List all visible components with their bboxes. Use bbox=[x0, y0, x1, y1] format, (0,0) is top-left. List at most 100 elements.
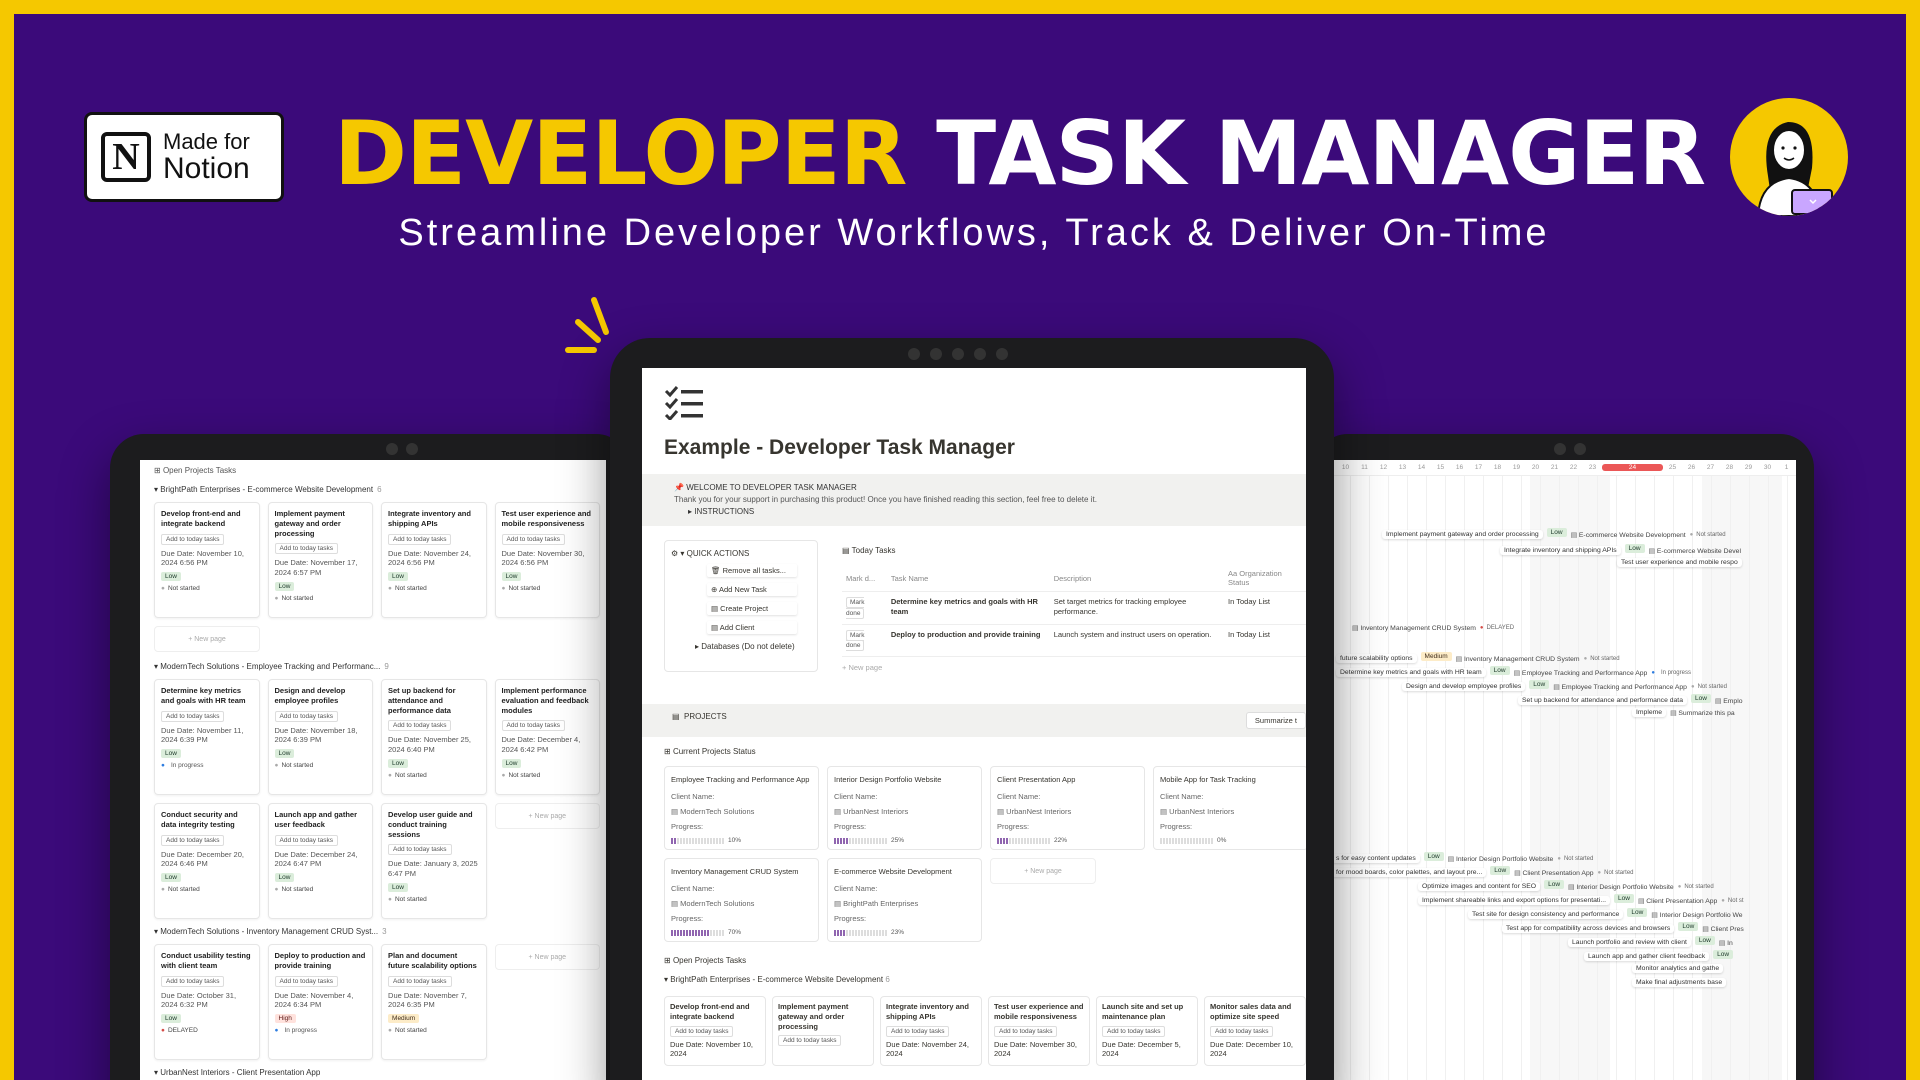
timeline-task[interactable]: Launch app and gather client feedback bbox=[1584, 952, 1710, 961]
add-to-today-button[interactable]: Add to today tasks bbox=[161, 533, 225, 545]
add-to-today-button[interactable]: Add to today tasks bbox=[161, 710, 225, 722]
timeline-task[interactable]: Integrate inventory and shipping APIs bbox=[1500, 546, 1621, 555]
timeline-item[interactable]: Implement shareable links and export opt… bbox=[1418, 894, 1744, 907]
projects-view-title[interactable]: ⊞ Current Projects Status bbox=[664, 747, 1306, 756]
task-card[interactable]: Implement payment gateway and order proc… bbox=[267, 502, 373, 618]
timeline-item[interactable]: s for easy content updatesLow Interior De… bbox=[1332, 852, 1593, 865]
task-card[interactable]: Test user experience and mobile responsi… bbox=[494, 502, 600, 618]
add-to-today-button[interactable]: Add to today tasks bbox=[161, 975, 225, 987]
group-title[interactable]: ▾ BrightPath Enterprises - E-commerce We… bbox=[664, 975, 1306, 984]
add-client-button[interactable]: ▤ Add Client bbox=[707, 621, 797, 634]
databases-toggle[interactable]: ▸ Databases (Do not delete) bbox=[695, 642, 811, 651]
task-card[interactable]: Integrate inventory and shipping APIs Add… bbox=[880, 996, 982, 1067]
column-header[interactable]: Description bbox=[1049, 565, 1225, 592]
timeline-task[interactable]: future scalability options bbox=[1336, 654, 1417, 663]
timeline-item[interactable]: Set up backend for attendance and perfor… bbox=[1518, 694, 1743, 707]
add-new-task-button[interactable]: ⊕ Add New Task bbox=[707, 583, 797, 596]
project-card[interactable]: E-commerce Website Development Client Nam… bbox=[827, 858, 982, 943]
table-row[interactable]: Mark done Determine key metrics and goal… bbox=[842, 591, 1306, 625]
task-card[interactable]: Implement payment gateway and order proc… bbox=[772, 996, 874, 1067]
group-title[interactable]: ▾ ModernTech Solutions - Employee Tracki… bbox=[154, 662, 600, 671]
task-card[interactable]: Conduct security and data integrity test… bbox=[154, 803, 260, 919]
column-header[interactable]: Aa Organization Status bbox=[1224, 565, 1306, 592]
task-card[interactable]: Launch site and set up maintenance plan A… bbox=[1096, 996, 1198, 1067]
add-to-today-button[interactable]: Add to today tasks bbox=[1210, 1025, 1274, 1037]
timeline-item[interactable]: Launch portfolio and review with client L… bbox=[1568, 936, 1733, 949]
project-card[interactable]: Employee Tracking and Performance App Cli… bbox=[664, 766, 819, 851]
task-name[interactable]: Deploy to production and provide trainin… bbox=[886, 624, 1050, 658]
timeline-task[interactable]: Test app for compatibility across device… bbox=[1502, 924, 1675, 933]
add-to-today-button[interactable]: Add to today tasks bbox=[274, 834, 338, 846]
group-title[interactable]: ▾ UrbanNest Interiors - Client Presentat… bbox=[154, 1068, 600, 1077]
add-to-today-button[interactable]: Add to today tasks bbox=[274, 975, 338, 987]
timeline-task[interactable]: Set up backend for attendance and perfor… bbox=[1518, 696, 1687, 705]
timeline-task[interactable]: Determine key metrics and goals with HR … bbox=[1336, 668, 1486, 677]
timeline-item[interactable]: Implement payment gateway and order proc… bbox=[1382, 528, 1726, 541]
add-to-today-button[interactable]: Add to today tasks bbox=[388, 975, 452, 987]
add-to-today-button[interactable]: Add to today tasks bbox=[501, 720, 565, 732]
quick-actions-toggle[interactable]: ⚙ ▾ QUICK ACTIONS bbox=[671, 549, 811, 558]
task-card[interactable]: Set up backend for attendance and perfor… bbox=[381, 679, 487, 795]
timeline-task[interactable]: Optimize images and content for SEO bbox=[1418, 882, 1541, 891]
timeline-task[interactable]: Design and develop employee profiles bbox=[1402, 682, 1526, 691]
add-to-today-button[interactable]: Add to today tasks bbox=[274, 543, 338, 555]
task-card[interactable]: Integrate inventory and shipping APIs Add… bbox=[381, 502, 487, 618]
task-card[interactable]: Implement performance evaluation and fee… bbox=[494, 679, 600, 795]
task-card[interactable]: Design and develop employee profiles Add … bbox=[267, 679, 373, 795]
timeline-item[interactable]: Optimize images and content for SEOLowIn… bbox=[1418, 880, 1714, 893]
column-header[interactable]: Task Name bbox=[886, 565, 1050, 592]
add-to-today-button[interactable]: Add to today tasks bbox=[994, 1025, 1058, 1037]
timeline-task[interactable]: for mood boards, color palettes, and lay… bbox=[1332, 868, 1487, 877]
create-project-button[interactable]: ▤ Create Project bbox=[707, 602, 797, 615]
mark-done-button[interactable]: Mark done bbox=[846, 629, 865, 652]
remove-all-tasks-button[interactable]: 🗑 Remove all tasks... bbox=[707, 564, 797, 577]
task-card[interactable]: Develop user guide and conduct training … bbox=[381, 803, 487, 919]
task-card[interactable]: Test user experience and mobile responsi… bbox=[988, 996, 1090, 1067]
timeline-item[interactable]: Monitor analytics and gathe bbox=[1632, 964, 1724, 973]
project-card[interactable]: Mobile App for Task Tracking Client Name:… bbox=[1153, 766, 1306, 851]
timeline-task[interactable]: Implement payment gateway and order proc… bbox=[1382, 530, 1543, 539]
timeline-task[interactable]: Launch portfolio and review with client bbox=[1568, 938, 1691, 947]
task-card[interactable]: Plan and document future scalability opt… bbox=[381, 944, 487, 1060]
column-header[interactable]: Mark d... bbox=[842, 565, 887, 592]
timeline-item[interactable]: future scalability optionsMedium Inventor… bbox=[1336, 652, 1620, 665]
add-to-today-button[interactable]: Add to today tasks bbox=[388, 844, 452, 856]
project-card[interactable]: Interior Design Portfolio Website Client … bbox=[827, 766, 982, 851]
new-page-button[interactable]: + New page bbox=[494, 944, 600, 970]
project-card[interactable]: Inventory Management CRUD System Client N… bbox=[664, 858, 819, 943]
timeline-task[interactable]: Test site for design consistency and per… bbox=[1468, 910, 1624, 919]
timeline-item[interactable]: Launch app and gather client feedback Low bbox=[1584, 950, 1734, 963]
timeline-task[interactable]: Test user experience and mobile respo bbox=[1617, 558, 1742, 567]
timeline-item[interactable]: Test app for compatibility across device… bbox=[1502, 922, 1744, 935]
new-page-button[interactable]: + New page bbox=[842, 663, 1306, 672]
task-card[interactable]: Develop front-end and integrate backend A… bbox=[664, 996, 766, 1067]
task-card[interactable]: Deploy to production and provide trainin… bbox=[267, 944, 374, 1060]
task-card[interactable]: Conduct usability testing with client te… bbox=[154, 944, 260, 1060]
mark-done-button[interactable]: Mark done bbox=[846, 597, 865, 619]
table-row[interactable]: Mark done Deploy to production and provi… bbox=[842, 624, 1306, 658]
timeline-item[interactable]: Test user experience and mobile respo bbox=[1617, 558, 1742, 567]
add-to-today-button[interactable]: Add to today tasks bbox=[161, 834, 225, 846]
group-title[interactable]: ▾ ModernTech Solutions - Inventory Manag… bbox=[154, 927, 600, 936]
add-to-today-button[interactable]: Add to today tasks bbox=[388, 533, 452, 545]
timeline-item[interactable]: Integrate inventory and shipping APIs Low… bbox=[1500, 544, 1741, 557]
add-to-today-button[interactable]: Add to today tasks bbox=[1102, 1025, 1166, 1037]
new-page-button[interactable]: + New page bbox=[990, 858, 1096, 885]
instructions-toggle[interactable]: ▸ INSTRUCTIONS bbox=[688, 506, 1306, 518]
add-to-today-button[interactable]: Add to today tasks bbox=[886, 1025, 950, 1037]
timeline-item[interactable]: ImplemeSummarize this pa bbox=[1632, 708, 1735, 717]
timeline-task[interactable]: s for easy content updates bbox=[1332, 854, 1420, 863]
task-card[interactable]: Determine key metrics and goals with HR … bbox=[154, 679, 260, 795]
task-name[interactable]: Determine key metrics and goals with HR … bbox=[886, 591, 1050, 625]
group-title[interactable]: ▾ BrightPath Enterprises - E-commerce We… bbox=[154, 485, 600, 494]
open-tasks-title[interactable]: ⊞ Open Projects Tasks bbox=[664, 956, 1306, 965]
timeline-task[interactable]: Monitor analytics and gathe bbox=[1632, 964, 1724, 973]
timeline-item[interactable]: for mood boards, color palettes, and lay… bbox=[1332, 866, 1634, 879]
add-to-today-button[interactable]: Add to today tasks bbox=[501, 533, 565, 545]
timeline-task[interactable]: Impleme bbox=[1632, 708, 1667, 717]
project-card[interactable]: Client Presentation App Client Name: ▤ Urb… bbox=[990, 766, 1145, 851]
summarize-button[interactable]: Summarize t bbox=[1245, 712, 1306, 730]
task-card[interactable]: Develop front-end and integrate backend A… bbox=[154, 502, 260, 618]
add-to-today-button[interactable]: Add to today tasks bbox=[778, 1035, 842, 1047]
new-page-button[interactable]: + New page bbox=[154, 626, 260, 652]
